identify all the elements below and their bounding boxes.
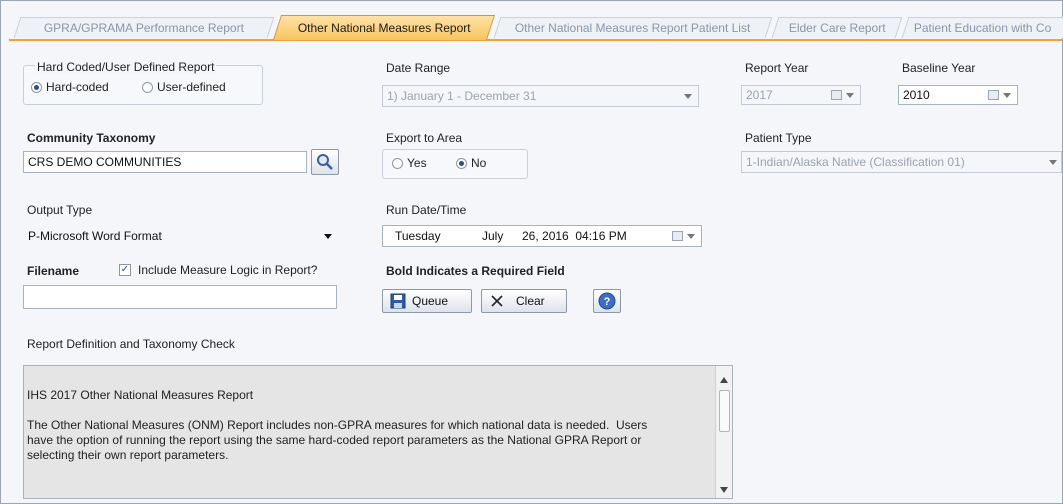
- community-taxonomy-input[interactable]: CRS DEMO COMMUNITIES: [23, 151, 307, 173]
- help-icon: ?: [598, 292, 616, 310]
- search-icon: [317, 154, 333, 170]
- calendar-icon: [831, 90, 842, 100]
- tab-label: Elder Care Report: [788, 21, 886, 35]
- tab-elder-care-report[interactable]: Elder Care Report: [771, 17, 903, 38]
- report-kind-label: Hard Coded/User Defined Report: [35, 60, 217, 74]
- community-search-button[interactable]: [311, 149, 339, 175]
- queue-label: Queue: [412, 294, 449, 308]
- definition-textarea[interactable]: IHS 2017 Other National Measures Report …: [23, 365, 733, 499]
- run-datetime-label: Run Date/Time: [386, 203, 467, 217]
- run-weekday: Tuesday: [395, 229, 441, 243]
- scroll-up-icon: [720, 377, 728, 383]
- output-type-label: Output Type: [27, 203, 93, 217]
- svg-text:?: ?: [604, 296, 611, 308]
- chevron-down-icon: [1003, 93, 1011, 98]
- run-day-year-time: 26, 2016 04:16 PM: [522, 229, 627, 243]
- report-form: Hard Coded/User Defined Report Hard-code…: [9, 41, 1062, 503]
- tab-patient-education[interactable]: Patient Education with Co: [901, 17, 1063, 38]
- date-range-label: Date Range: [386, 61, 451, 75]
- tab-label: Other National Measures Report Patient L…: [515, 21, 751, 35]
- tab-label: Other National Measures Report: [297, 21, 471, 35]
- date-range-value: 1) January 1 - December 31: [387, 89, 537, 103]
- include-logic-label[interactable]: Include Measure Logic in Report?: [138, 263, 317, 277]
- definition-line-1: The Other National Measures (ONM) Report…: [27, 418, 648, 432]
- queue-button[interactable]: Queue: [382, 289, 472, 313]
- definition-title: IHS 2017 Other National Measures Report: [27, 388, 254, 402]
- run-datetime-picker[interactable]: Tuesday July 26, 2016 04:16 PM: [382, 225, 702, 247]
- save-icon: [390, 293, 406, 309]
- report-window: GPRA/GPRAMA Performance Report Other Nat…: [0, 0, 1063, 504]
- chevron-down-icon: [846, 93, 854, 98]
- definition-line-2: have the option of running the report us…: [27, 433, 642, 447]
- export-area-group: [382, 149, 528, 179]
- clear-button[interactable]: Clear: [481, 289, 567, 313]
- export-no-radio[interactable]: [456, 158, 467, 169]
- tab-onm-patient-list[interactable]: Other National Measures Report Patient L…: [493, 17, 773, 38]
- close-icon: [491, 295, 503, 307]
- calendar-icon: [672, 231, 683, 241]
- tab-label: GPRA/GPRAMA Performance Report: [43, 21, 244, 35]
- export-area-label: Export to Area: [386, 131, 463, 145]
- hard-coded-radio[interactable]: [31, 82, 42, 93]
- clear-label: Clear: [516, 294, 545, 308]
- patient-type-label: Patient Type: [745, 131, 812, 145]
- patient-type-value: 1-Indian/Alaska Native (Classification 0…: [746, 155, 965, 169]
- required-field-note: Bold Indicates a Required Field: [386, 264, 565, 278]
- tab-label: Patient Education with Co: [913, 21, 1052, 35]
- calendar-icon: [988, 90, 999, 100]
- definition-scrollbar[interactable]: [715, 366, 732, 498]
- export-no-label[interactable]: No: [471, 156, 486, 170]
- run-month: July: [482, 229, 504, 243]
- patient-type-select[interactable]: 1-Indian/Alaska Native (Classification 0…: [741, 151, 1062, 173]
- tab-gpra-performance-report[interactable]: GPRA/GPRAMA Performance Report: [13, 17, 275, 38]
- hard-coded-label[interactable]: Hard-coded: [46, 80, 109, 94]
- tab-other-national-measures-report[interactable]: Other National Measures Report: [272, 15, 496, 40]
- filename-input[interactable]: [23, 285, 337, 309]
- include-logic-checkbox[interactable]: ✓: [119, 264, 131, 276]
- filename-label: Filename: [27, 264, 80, 278]
- export-yes-label[interactable]: Yes: [407, 156, 427, 170]
- help-button[interactable]: ?: [593, 289, 621, 313]
- output-type-value: P-Microsoft Word Format: [28, 229, 162, 243]
- scroll-thumb[interactable]: [719, 390, 730, 432]
- baseline-year-label: Baseline Year: [902, 61, 976, 75]
- definition-line-3: selecting their own report parameters.: [27, 448, 229, 462]
- community-taxonomy-label: Community Taxonomy: [27, 131, 156, 145]
- baseline-year-value: 2010: [903, 88, 930, 102]
- report-year-value: 2017: [746, 88, 773, 102]
- user-defined-label[interactable]: User-defined: [157, 80, 226, 94]
- scroll-down-icon: [720, 487, 728, 493]
- baseline-year-picker[interactable]: 2010: [898, 85, 1018, 105]
- chevron-down-icon: [324, 234, 332, 239]
- output-type-select[interactable]: P-Microsoft Word Format: [23, 225, 337, 247]
- date-range-select[interactable]: 1) January 1 - December 31: [382, 85, 699, 107]
- tab-strip: GPRA/GPRAMA Performance Report Other Nat…: [9, 15, 1063, 41]
- chevron-down-icon: [1049, 160, 1057, 165]
- export-yes-radio[interactable]: [392, 158, 403, 169]
- chevron-down-icon: [684, 94, 692, 99]
- report-year-label: Report Year: [745, 61, 809, 75]
- chevron-down-icon: [687, 234, 695, 239]
- report-year-picker[interactable]: 2017: [741, 85, 861, 105]
- definition-label: Report Definition and Taxonomy Check: [27, 337, 235, 351]
- user-defined-radio[interactable]: [142, 82, 153, 93]
- community-taxonomy-value: CRS DEMO COMMUNITIES: [28, 155, 182, 169]
